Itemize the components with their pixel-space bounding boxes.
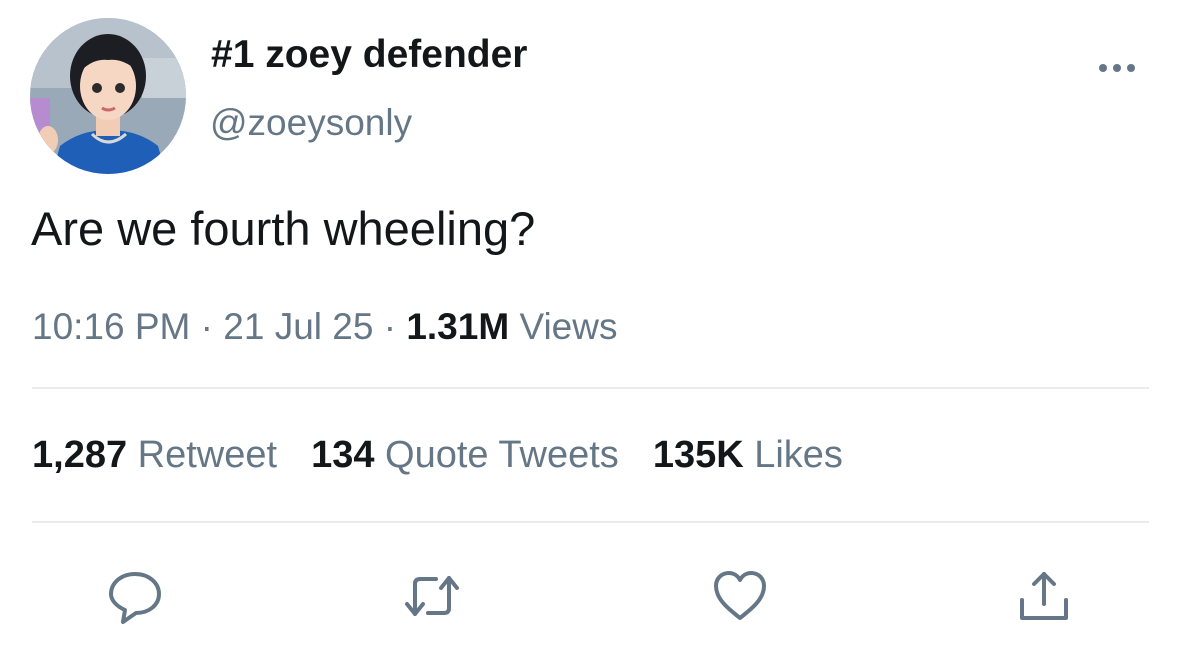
divider (32, 387, 1149, 389)
likes-stat[interactable]: 135K Likes (653, 434, 843, 477)
tweet-text: Are we fourth wheeling? (31, 202, 536, 255)
meta-separator: · (373, 306, 407, 347)
reply-icon (109, 572, 161, 624)
meta-separator: · (190, 306, 224, 347)
share-icon (1020, 572, 1068, 620)
views-count: 1.31M (406, 306, 510, 347)
retweets-count: 1,287 (32, 434, 128, 476)
heart-icon (714, 571, 766, 620)
tweet-time[interactable]: 10:16 PM (32, 306, 190, 347)
share-button[interactable] (1014, 566, 1074, 626)
display-name[interactable]: #1 zoey defender (211, 33, 527, 77)
reply-button[interactable] (105, 566, 165, 626)
retweet-icon (405, 576, 459, 616)
avatar[interactable] (30, 18, 186, 174)
more-horizontal-icon (1099, 64, 1135, 72)
more-options-button[interactable] (1095, 50, 1139, 86)
quote-tweets-stat[interactable]: 134 Quote Tweets (311, 434, 619, 477)
tweet-date[interactable]: 21 Jul 25 (223, 306, 373, 347)
avatar-image (30, 18, 186, 174)
likes-count: 135K (652, 434, 744, 476)
quote-tweets-label: Quote Tweets (385, 434, 619, 476)
like-button[interactable] (710, 566, 770, 626)
divider (32, 521, 1149, 523)
user-handle[interactable]: @zoeysonly (210, 102, 412, 144)
quote-tweets-count: 134 (311, 434, 375, 476)
views-label: Views (519, 306, 618, 347)
tweet-card: #1 zoey defender @zoeysonly Are we fourt… (0, 0, 1179, 664)
tweet-stats: 1,287 Retweet 134 Quote Tweets 135K Likes (32, 434, 877, 477)
retweet-button[interactable] (402, 566, 462, 626)
tweet-meta: 10:16 PM · 21 Jul 25 · 1.31M Views (32, 306, 617, 348)
retweets-label: Retweet (137, 434, 278, 476)
retweets-stat[interactable]: 1,287 Retweet (32, 434, 277, 477)
likes-label: Likes (754, 434, 843, 476)
